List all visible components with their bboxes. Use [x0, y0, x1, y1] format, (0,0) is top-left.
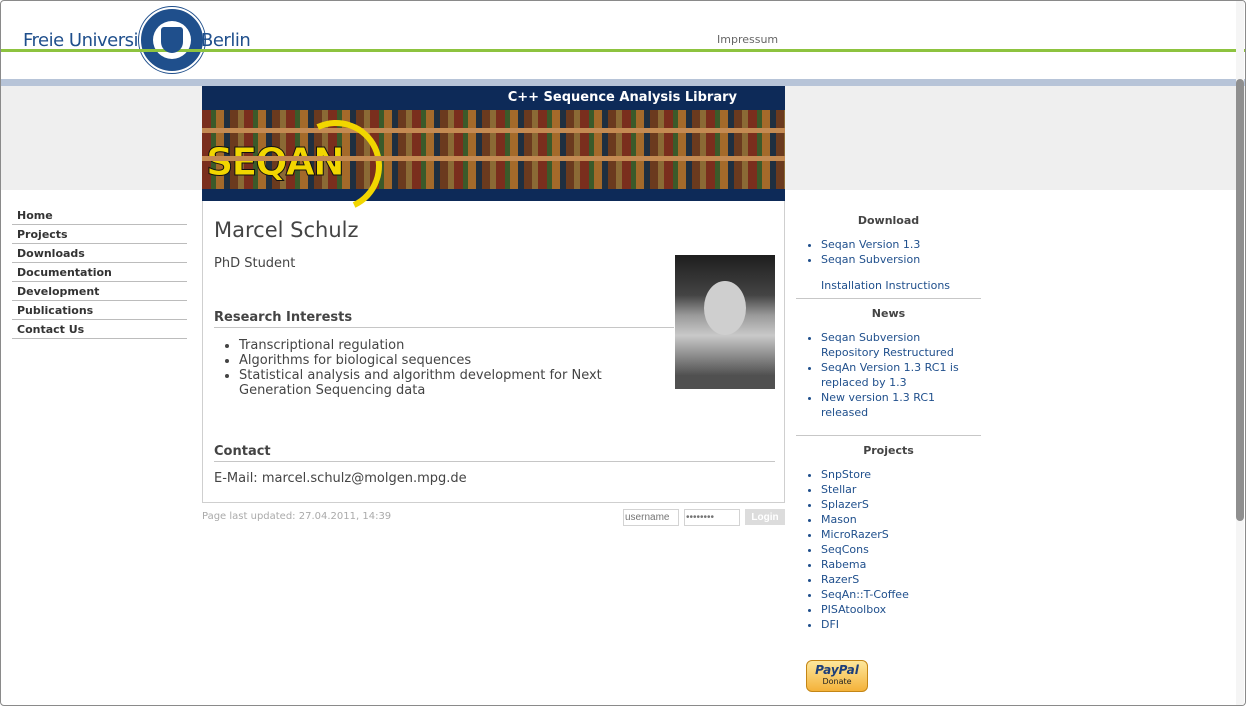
project-link[interactable]: Stellar — [821, 483, 856, 496]
person-role: PhD Student — [214, 256, 296, 271]
password-input[interactable] — [684, 509, 740, 526]
nav-documentation[interactable]: Documentation — [12, 263, 187, 282]
bookshelf-image: SEQAN — [202, 107, 785, 225]
installation-link[interactable]: Installation Instructions — [821, 279, 981, 292]
news-link[interactable]: Seqan Subversion Repository Restructured — [821, 331, 954, 359]
nav-publications[interactable]: Publications — [12, 301, 187, 320]
project-link[interactable]: Mason — [821, 513, 857, 526]
projects-list: SnpStore Stellar SplazerS Mason MicroRaz… — [796, 467, 981, 632]
impressum-link[interactable]: Impressum — [717, 33, 778, 46]
project-link[interactable]: MicroRazerS — [821, 528, 889, 541]
nav-development[interactable]: Development — [12, 282, 187, 301]
research-item: Algorithms for biological sequences — [239, 353, 659, 368]
project-link[interactable]: Rabema — [821, 558, 866, 571]
nav-contact-us[interactable]: Contact Us — [12, 320, 187, 339]
banner-title: C++ Sequence Analysis Library — [507, 90, 737, 105]
scrollbar-thumb[interactable] — [1236, 79, 1244, 521]
blue-header-line — [1, 79, 1245, 86]
project-link[interactable]: PISAtoolbox — [821, 603, 886, 616]
project-link[interactable]: DFI — [821, 618, 839, 631]
nav-home[interactable]: Home — [12, 206, 187, 225]
university-name-right: Berlin — [201, 30, 251, 51]
browser-page: Freie Universität Berlin Impressum C++ S… — [0, 0, 1246, 706]
project-link[interactable]: SeqCons — [821, 543, 869, 556]
login-button[interactable]: Login — [745, 509, 785, 525]
nav-downloads[interactable]: Downloads — [12, 244, 187, 263]
green-header-line — [1, 49, 1245, 52]
seqan-logo: SEQAN — [206, 140, 346, 185]
research-list: Transcriptional regulation Algorithms fo… — [214, 338, 659, 398]
sidebar-divider — [796, 298, 981, 299]
projects-heading: Projects — [863, 444, 914, 457]
project-link[interactable]: SnpStore — [821, 468, 871, 481]
research-item: Transcriptional regulation — [239, 338, 659, 353]
download-heading: Download — [857, 214, 920, 227]
profile-content: Marcel Schulz PhD Student Research Inter… — [202, 201, 785, 503]
download-link[interactable]: Seqan Version 1.3 — [821, 238, 920, 251]
news-heading: News — [871, 307, 906, 320]
download-list: Seqan Version 1.3 Seqan Subversion — [796, 237, 981, 267]
project-link[interactable]: SeqAn::T-Coffee — [821, 588, 909, 601]
last-updated: Page last updated: 27.04.2011, 14:39 — [202, 511, 392, 522]
research-heading: Research Interests — [214, 310, 674, 328]
username-input[interactable] — [623, 509, 679, 526]
university-seal-icon — [139, 7, 205, 73]
project-link[interactable]: RazerS — [821, 573, 859, 586]
paypal-donate-button[interactable]: PayPal Donate — [806, 660, 868, 692]
sidebar-divider — [796, 435, 981, 436]
news-link[interactable]: New version 1.3 RC1 released — [821, 391, 935, 419]
project-link[interactable]: SplazerS — [821, 498, 869, 511]
contact-email[interactable]: E-Mail: marcel.schulz@molgen.mpg.de — [214, 471, 467, 486]
nav-projects[interactable]: Projects — [12, 225, 187, 244]
paypal-logo: PayPal — [815, 663, 859, 677]
main-navigation: Home Projects Downloads Documentation De… — [12, 206, 187, 339]
news-link[interactable]: SeqAn Version 1.3 RC1 is replaced by 1.3 — [821, 361, 959, 389]
right-sidebar: Download Seqan Version 1.3 Seqan Subvers… — [796, 206, 981, 632]
person-name: Marcel Schulz — [214, 218, 359, 242]
donate-label: Donate — [822, 677, 852, 686]
profile-photo — [675, 255, 775, 389]
news-list: Seqan Subversion Repository Restructured… — [796, 330, 981, 420]
download-link[interactable]: Seqan Subversion — [821, 253, 920, 266]
fu-berlin-logo[interactable]: Freie Universität Berlin — [23, 7, 253, 73]
seqan-banner: C++ Sequence Analysis Library SEQAN — [202, 86, 785, 225]
contact-heading: Contact — [214, 444, 775, 462]
research-item: Statistical analysis and algorithm devel… — [239, 368, 659, 398]
